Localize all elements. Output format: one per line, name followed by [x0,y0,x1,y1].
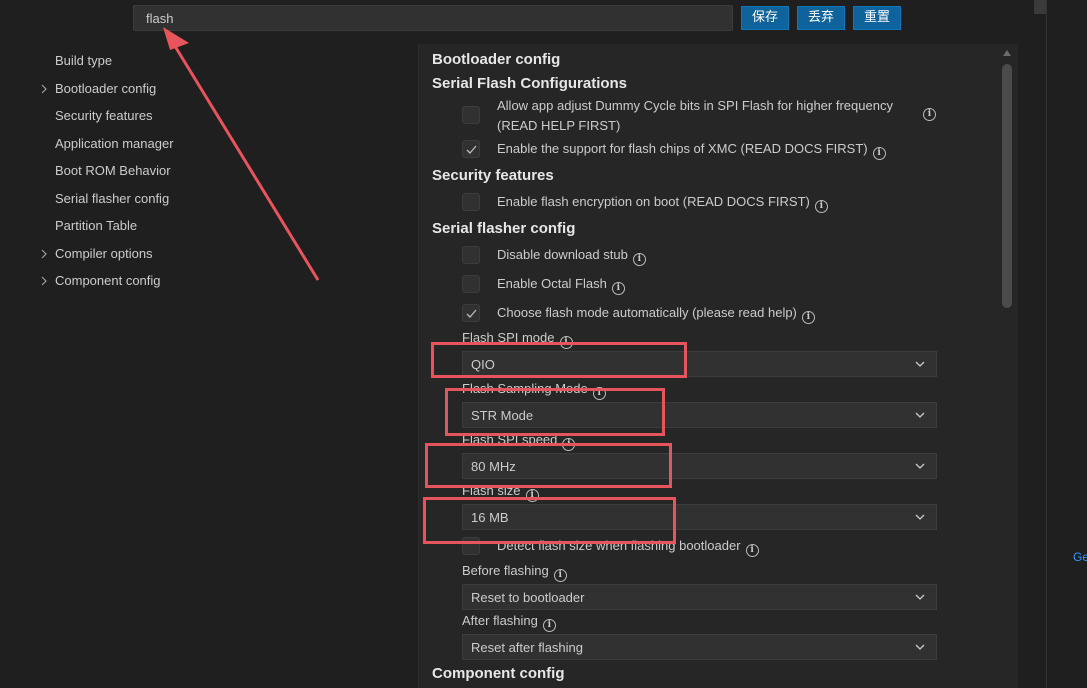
settings-editor: 保存 丢弃 重置 Build type Bootloader config Se… [0,0,1087,688]
annotation-arrow-icon [163,27,320,281]
